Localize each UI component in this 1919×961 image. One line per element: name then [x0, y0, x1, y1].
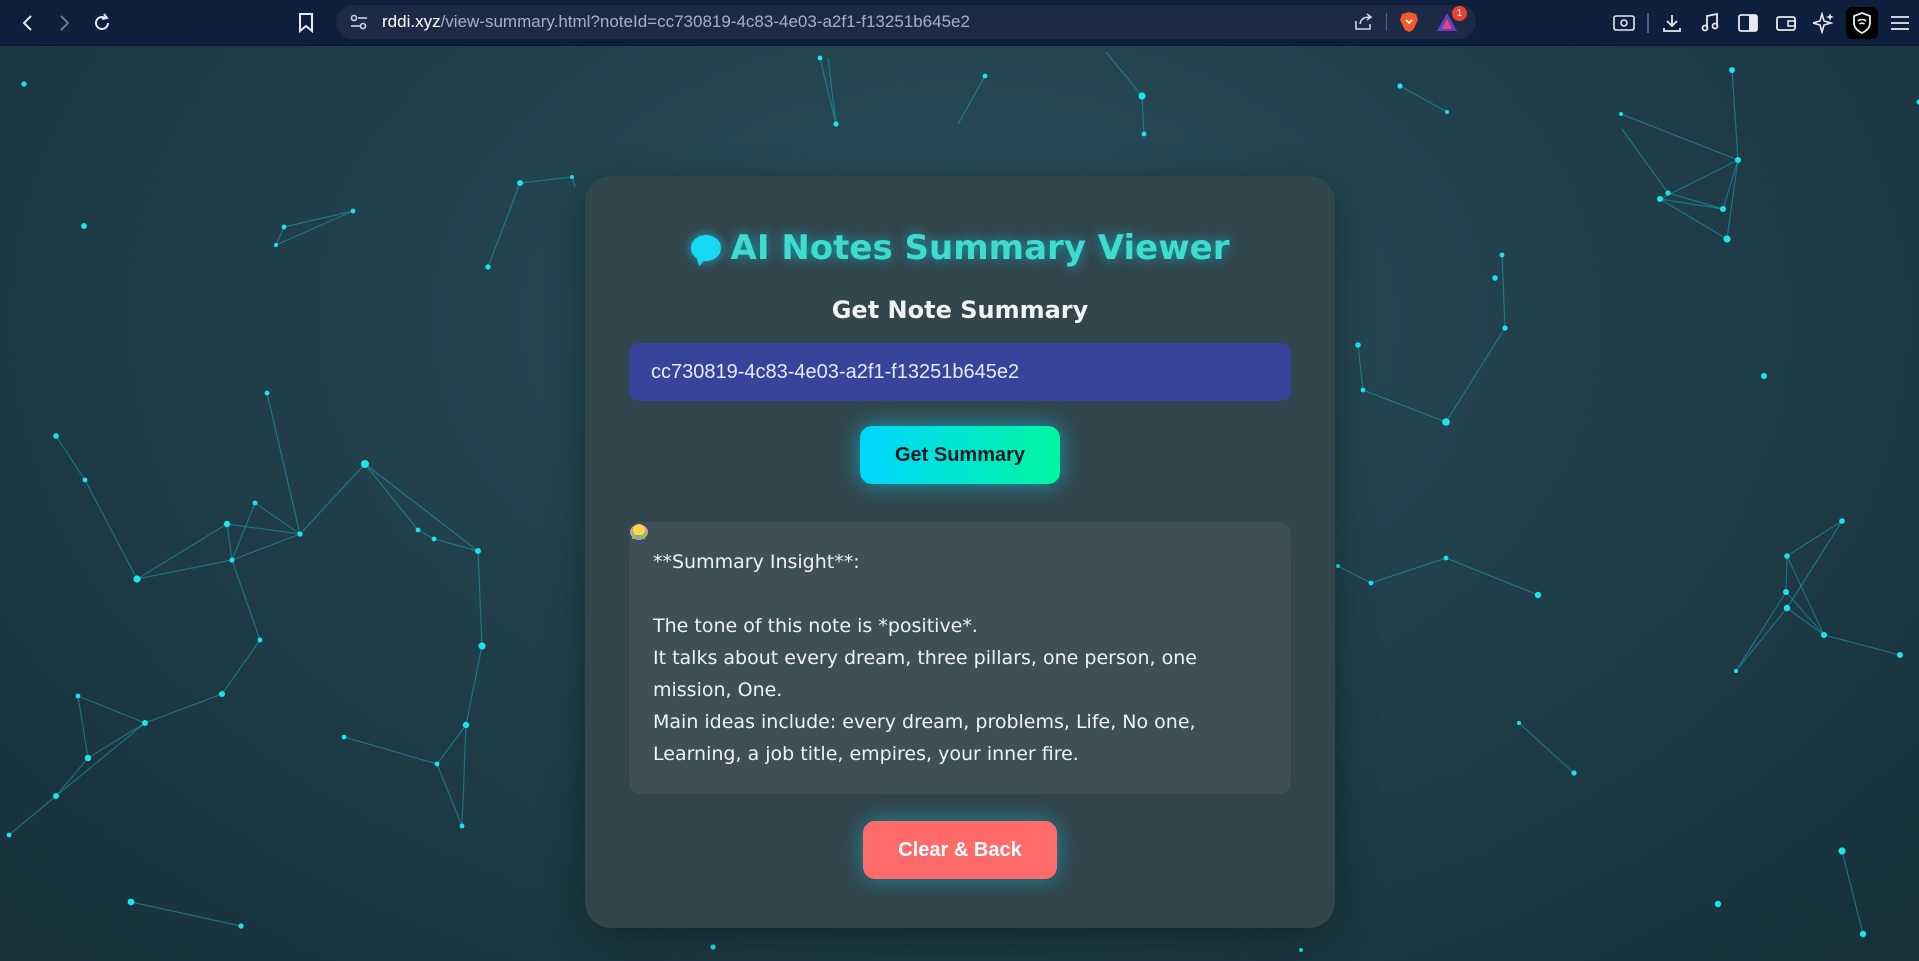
rewards-badge: 1: [1452, 6, 1467, 21]
site-settings-icon[interactable]: [350, 14, 368, 30]
back-icon[interactable]: [10, 5, 46, 41]
summary-topics: It talks about every dream, three pillar…: [632, 525, 1267, 706]
forward-icon[interactable]: [46, 5, 82, 41]
vpn-shield-icon[interactable]: [1846, 7, 1878, 39]
note-id-input[interactable]: [629, 343, 1291, 401]
wallet-icon[interactable]: [1767, 5, 1805, 41]
url-divider: [1386, 13, 1387, 31]
section-subtitle: Get Note Summary: [831, 296, 1089, 324]
toolbar-right: [1605, 0, 1919, 46]
leo-ai-icon[interactable]: [1805, 5, 1843, 41]
page-title: AI Notes Summary Viewer: [585, 228, 1335, 268]
media-icon[interactable]: [1691, 5, 1729, 41]
summary-main-ideas: Main ideas include: every dream, problem…: [633, 524, 1267, 770]
speech-bubble-icon: [690, 235, 721, 261]
bookmark-icon[interactable]: [288, 5, 324, 41]
summary-heading: **Summary Insight**:: [630, 524, 1267, 578]
summary-heading-text: **Summary Insight**:: [653, 551, 860, 573]
brave-shields-icon[interactable]: [1398, 11, 1420, 33]
page-title-text: AI Notes Summary Viewer: [730, 228, 1230, 268]
summary-topics-text: It talks about every dream, three pillar…: [653, 647, 1197, 701]
page-background: AI Notes Summary Viewer Get Note Summary…: [0, 46, 1919, 961]
url-path: /view-summary.html?noteId=cc730819-4c83-…: [440, 12, 970, 31]
url-host: rddi.xyz: [382, 12, 441, 31]
share-icon[interactable]: [1354, 13, 1374, 31]
reader-mode-icon[interactable]: [1605, 5, 1643, 41]
summary-card: AI Notes Summary Viewer Get Note Summary…: [585, 176, 1335, 928]
clear-back-button[interactable]: Clear & Back: [863, 821, 1057, 879]
address-bar[interactable]: rddi.xyz/view-summary.html?noteId=cc7308…: [336, 5, 1476, 39]
toolbar-divider: [1647, 13, 1649, 33]
lightbulb-icon: [633, 524, 645, 540]
browser-toolbar: rddi.xyz/view-summary.html?noteId=cc7308…: [0, 0, 1919, 46]
summary-box: **Summary Insight**: The tone of this no…: [629, 522, 1291, 794]
download-icon[interactable]: [1653, 5, 1691, 41]
summary-spacer: [653, 578, 1267, 610]
reload-icon[interactable]: [84, 5, 120, 41]
menu-icon[interactable]: [1881, 5, 1919, 41]
sidebar-icon[interactable]: [1729, 5, 1767, 41]
summary-tone: The tone of this note is *positive*.: [653, 615, 978, 637]
summary-main-ideas-text: Main ideas include: every dream, problem…: [653, 711, 1196, 765]
get-summary-button[interactable]: Get Summary: [860, 426, 1060, 484]
